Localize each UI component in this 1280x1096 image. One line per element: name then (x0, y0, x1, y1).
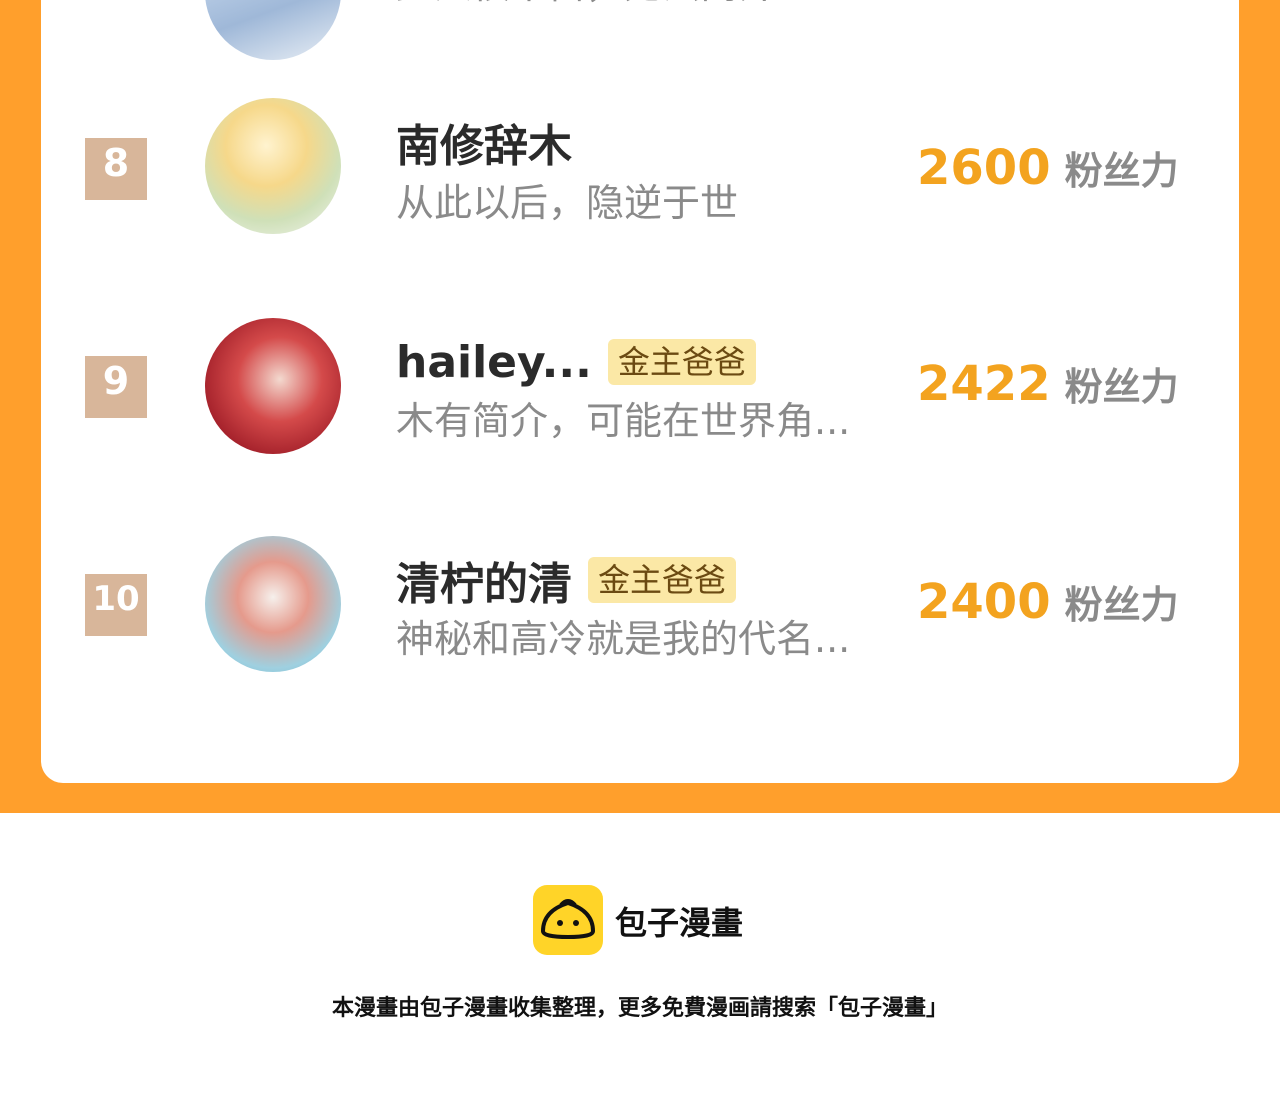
rank-flag: 9 (85, 356, 147, 418)
fan-score-value: 2600 (917, 140, 1051, 196)
user-name-line: hailey... 金主爸爸 (396, 334, 756, 390)
user-bio: 从此以后，隐逆于世 (396, 181, 739, 225)
rank-number: 10 (92, 579, 140, 619)
avatar[interactable] (205, 536, 341, 672)
avatar[interactable] (205, 98, 341, 234)
baozi-logo-icon (533, 885, 603, 955)
avatar[interactable] (205, 318, 341, 454)
avatar[interactable] (205, 0, 341, 60)
footer-notice: 本漫畫由包子漫畫收集整理，更多免費漫画請搜索「包子漫畫」 (331, 996, 948, 1021)
user-bio: 神秘和高冷就是我的代名... (396, 617, 851, 661)
user-name-line: 清柠的清 金主爸爸 (396, 552, 737, 610)
user-name[interactable]: 南修辞木 (396, 110, 572, 174)
brand-name: 包子漫畫 (615, 904, 744, 942)
fan-score-value: 2422 (917, 356, 1051, 412)
user-bio: 此人很丰富，无法简介 (396, 0, 776, 9)
fan-score: 2400 粉丝力 (917, 574, 1179, 630)
fan-score: 2422 粉丝力 (917, 356, 1179, 412)
ranking-row[interactable]: 9 hailey... 金主爸爸 木有简介，可能在世界角... 2422 粉丝力 (41, 318, 1239, 486)
user-bio: 木有简介，可能在世界角... (396, 399, 851, 443)
rank-number: 9 (102, 359, 130, 403)
user-name[interactable]: 清柠的清 (396, 548, 572, 612)
fan-score-unit: 粉丝力 (1064, 149, 1179, 193)
vip-badge: 金主爸爸 (607, 339, 756, 385)
user-name-line: 南修辞木 (396, 114, 572, 172)
rank-number: 8 (102, 141, 130, 185)
fan-score: 2600 粉丝力 (917, 140, 1179, 196)
fan-score-value: 2400 (917, 574, 1051, 630)
ranking-row[interactable]: 此人很丰富，无法简介 (41, 0, 1239, 72)
vip-badge: 金主爸爸 (588, 557, 737, 603)
fan-ranking-card: 此人很丰富，无法简介 8 南修辞木 从此以后，隐逆于世 2600 粉丝力 9 h… (41, 0, 1239, 783)
user-name[interactable]: hailey... (396, 337, 592, 388)
rank-flag: 8 (85, 138, 147, 200)
rank-flag: 10 (85, 574, 147, 636)
fan-score-unit: 粉丝力 (1064, 583, 1179, 627)
ranking-row[interactable]: 10 清柠的清 金主爸爸 神秘和高冷就是我的代名... 2400 粉丝力 (41, 536, 1239, 704)
fan-score-unit: 粉丝力 (1064, 365, 1179, 409)
ranking-row[interactable]: 8 南修辞木 从此以后，隐逆于世 2600 粉丝力 (41, 98, 1239, 268)
